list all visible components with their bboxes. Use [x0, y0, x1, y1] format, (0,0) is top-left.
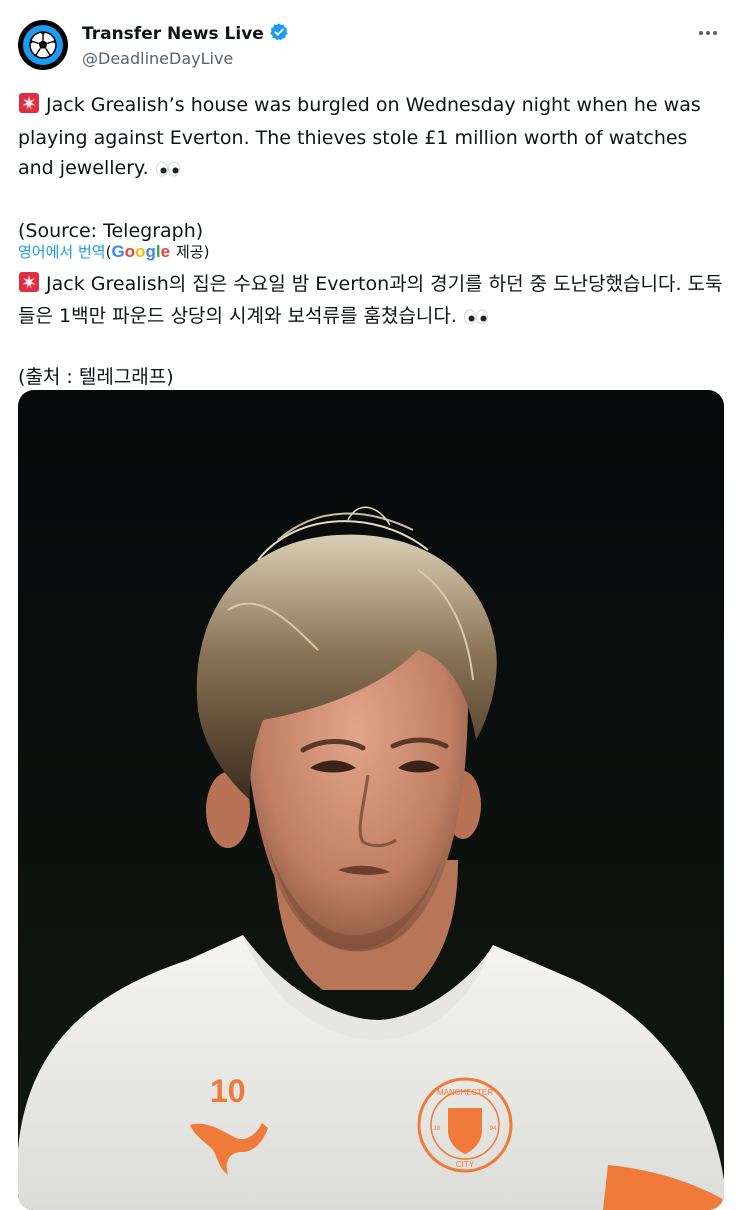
eyes-icon: [155, 156, 181, 186]
svg-text:CITY: CITY: [456, 1160, 475, 1169]
tweet-photo[interactable]: 10 MANCHESTER CITY 18 94: [18, 390, 724, 1210]
account-name-row[interactable]: Transfer News Live: [82, 22, 289, 46]
display-name[interactable]: Transfer News Live: [82, 24, 264, 44]
translated-source: (출처 : 텔레그래프): [18, 366, 174, 388]
player-photo-illustration: 10 MANCHESTER CITY 18 94: [18, 506, 724, 1210]
provider-suffix: 제공): [176, 243, 210, 261]
translated-body: Jack Grealish의 집은 수요일 밤 Everton과의 경기를 하던…: [18, 273, 723, 327]
svg-text:MANCHESTER: MANCHESTER: [437, 1088, 493, 1097]
svg-text:94: 94: [490, 1126, 497, 1132]
translated-from-link[interactable]: 영어에서 번역: [18, 241, 106, 262]
avatar[interactable]: [18, 20, 68, 70]
tweet-text: Jack Grealish’s house was burgled on Wed…: [18, 90, 724, 246]
police-light-icon: [18, 271, 40, 302]
more-icon[interactable]: [696, 22, 720, 44]
google-logo: Google: [111, 241, 171, 261]
svg-text:18: 18: [434, 1126, 441, 1132]
handle[interactable]: @DeadlineDayLive: [82, 49, 233, 68]
translation-attribution: 영어에서 번역 ( Google 제공): [18, 241, 210, 262]
police-light-icon: [18, 92, 40, 123]
verified-badge-icon: [269, 22, 289, 46]
translated-text: Jack Grealish의 집은 수요일 밤 Everton과의 경기를 하던…: [18, 270, 724, 392]
soccer-ball-icon: [23, 25, 63, 65]
eyes-icon: [463, 305, 489, 334]
jersey-number: 10: [210, 1073, 246, 1109]
tweet-body: Jack Grealish’s house was burgled on Wed…: [18, 94, 701, 179]
